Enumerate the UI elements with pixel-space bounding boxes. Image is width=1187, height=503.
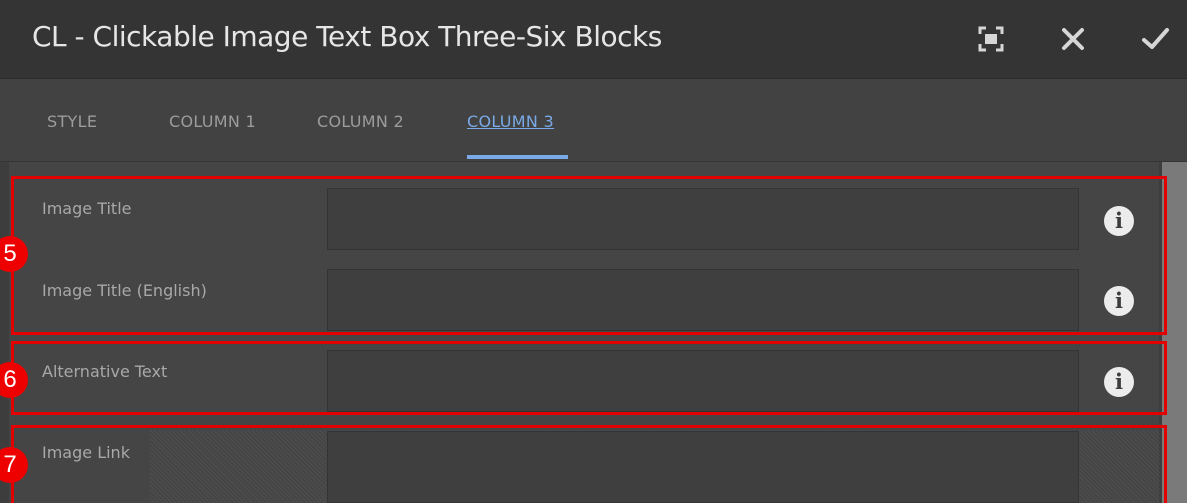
image-link-input[interactable] <box>327 431 1079 503</box>
dialog-header: CL - Clickable Image Text Box Three-Six … <box>0 0 1187 79</box>
image-title-english-label: Image Title (English) <box>42 281 207 300</box>
info-icon[interactable]: i <box>1104 206 1134 236</box>
alternative-text-label: Alternative Text <box>42 362 168 381</box>
close-icon <box>1062 28 1084 50</box>
tab-bar: STYLE COLUMN 1 COLUMN 2 COLUMN 3 <box>0 79 1187 162</box>
tab-column-1[interactable]: COLUMN 1 <box>169 112 256 131</box>
info-icon[interactable]: i <box>1104 286 1134 316</box>
check-icon <box>1142 28 1169 49</box>
image-title-english-input[interactable] <box>327 269 1079 331</box>
image-title-input[interactable] <box>327 188 1079 250</box>
image-link-label: Image Link <box>42 443 130 462</box>
dialog-title: CL - Clickable Image Text Box Three-Six … <box>32 20 662 53</box>
info-icon[interactable]: i <box>1104 367 1134 397</box>
scrollbar[interactable] <box>1162 162 1187 503</box>
fullscreen-icon <box>978 26 1004 52</box>
tab-column-2[interactable]: COLUMN 2 <box>317 112 404 131</box>
active-tab-indicator <box>467 155 568 159</box>
alternative-text-input[interactable] <box>327 350 1079 412</box>
fullscreen-button[interactable] <box>976 24 1006 54</box>
close-button[interactable] <box>1058 24 1088 54</box>
tab-style[interactable]: STYLE <box>47 112 97 131</box>
confirm-button[interactable] <box>1140 24 1170 54</box>
tab-column-3[interactable]: COLUMN 3 <box>467 112 554 131</box>
image-title-label: Image Title <box>42 199 132 218</box>
